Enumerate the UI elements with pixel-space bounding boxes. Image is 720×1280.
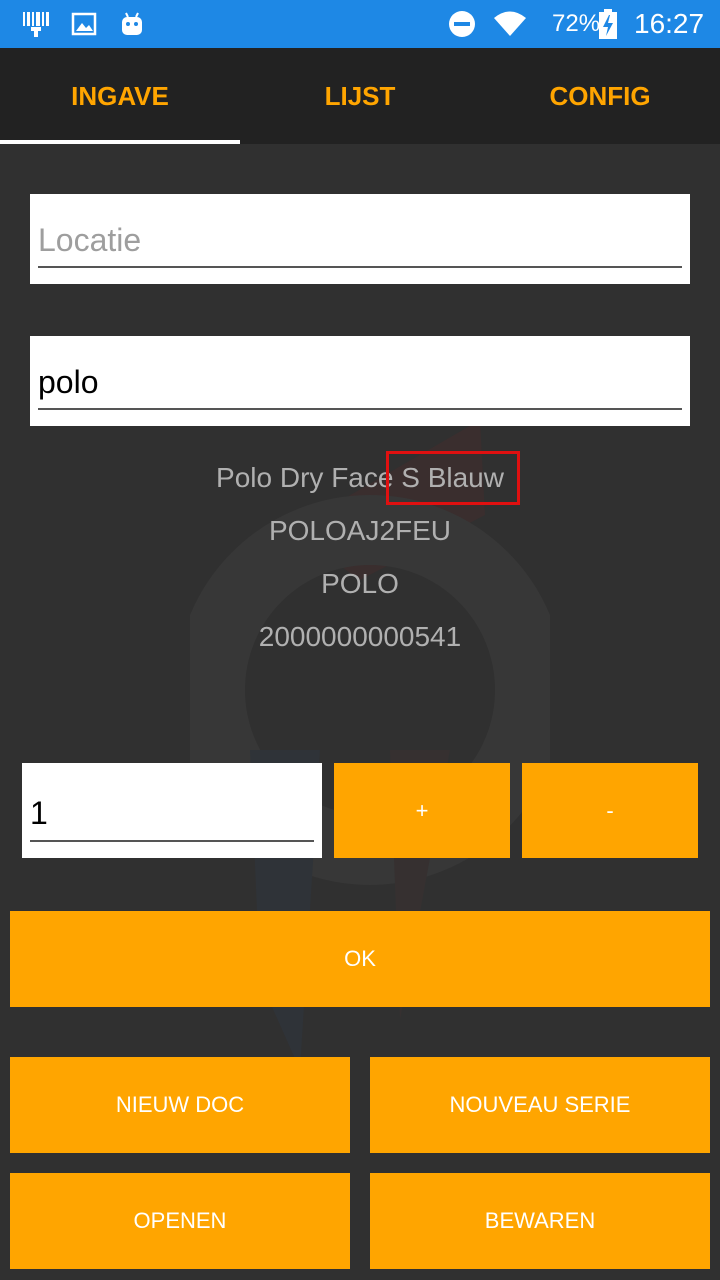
new-doc-button[interactable]: NIEUW DOC xyxy=(10,1057,350,1153)
tab-ingave[interactable]: INGAVE xyxy=(0,48,240,144)
wifi-icon xyxy=(490,8,530,40)
product-code: POLOAJ2FEU xyxy=(268,515,452,546)
android-icon xyxy=(116,8,148,40)
search-field xyxy=(30,336,690,426)
location-underline xyxy=(38,266,682,268)
product-barcode: 2000000000541 xyxy=(258,621,462,652)
product-name-prefix: Polo Dry Face xyxy=(216,462,394,493)
ok-button[interactable]: OK xyxy=(10,911,710,1007)
save-button[interactable]: BEWAREN xyxy=(370,1173,710,1269)
tab-lijst[interactable]: LIJST xyxy=(240,48,480,144)
highlight-annotation-box xyxy=(386,451,520,505)
open-button[interactable]: OPENEN xyxy=(10,1173,350,1269)
battery-charging-icon xyxy=(596,8,620,40)
location-input[interactable] xyxy=(38,214,682,266)
image-icon xyxy=(68,8,100,40)
search-underline xyxy=(38,408,682,410)
do-not-disturb-icon xyxy=(446,8,478,40)
active-tab-indicator xyxy=(0,140,240,144)
quantity-underline xyxy=(30,840,314,842)
tab-bar: INGAVE LIJST CONFIG xyxy=(0,48,720,144)
product-name: Polo Dry Face S Blauw xyxy=(0,462,720,494)
status-bar: 72% 16:27 xyxy=(0,0,720,48)
barcode-scanner-icon xyxy=(20,8,52,40)
tab-config[interactable]: CONFIG xyxy=(480,48,720,144)
decrement-button[interactable]: - xyxy=(522,763,698,858)
product-group: POLO xyxy=(321,568,399,599)
quantity-field xyxy=(22,763,322,858)
location-field xyxy=(30,194,690,284)
increment-button[interactable]: + xyxy=(334,763,510,858)
clock: 16:27 xyxy=(634,8,705,39)
search-input[interactable] xyxy=(38,356,682,408)
quantity-input[interactable] xyxy=(30,787,314,839)
battery-percentage: 72% xyxy=(552,10,601,37)
new-series-button[interactable]: NOUVEAU SERIE xyxy=(370,1057,710,1153)
